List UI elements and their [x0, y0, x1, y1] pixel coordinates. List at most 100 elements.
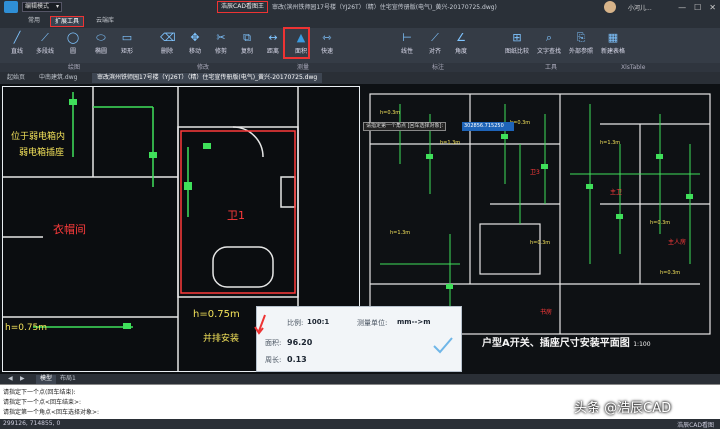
socket-label: 位于弱电箱内 [11, 132, 66, 142]
watermark: 头条 @浩辰CAD [574, 401, 672, 416]
svg-text:h=1.3m: h=1.3m [390, 230, 410, 236]
svg-text:h=0.3m: h=0.3m [380, 110, 400, 116]
tool-label: 文字查找 [536, 48, 561, 55]
window-controls: — ☐ ✕ [678, 0, 716, 14]
xref-tool-button[interactable]: ⎘ 外部参照 [566, 31, 596, 61]
rectangle-icon: ▭ [121, 31, 133, 44]
status-bar: 299126, 714855, 0 浩辰CAD看图 [0, 419, 720, 429]
tool-label: 矩形 [120, 48, 133, 55]
minimize-icon[interactable]: — [678, 3, 686, 12]
file-title: 审改(滨州铁师园17号楼（YJ26T）（精）住宅宣传册版(电气)_黄兴-2017… [272, 4, 497, 11]
eraser-tool-button[interactable]: ⌫ 删除 [152, 31, 182, 61]
maximize-icon[interactable]: ☐ [694, 3, 701, 12]
group-tools-label: 工具 [545, 64, 558, 71]
mode-dropdown-value: 编辑模式 [25, 3, 50, 10]
plan-title-text: 户型A开关、插座尺寸安装平面图 [482, 338, 630, 349]
rectangle-tool-button[interactable]: ▭ 矩形 [112, 31, 142, 61]
svg-text:主卫: 主卫 [610, 188, 622, 196]
window-title: 浩辰CAD看图王 [217, 1, 268, 13]
perimeter-label: 周长: [265, 356, 282, 364]
tool-label: 新建表格 [600, 48, 625, 55]
table-icon: ▦ [607, 31, 619, 44]
svg-text:h=1.3m: h=1.3m [600, 140, 620, 146]
perimeter-value: 0.13 [287, 355, 307, 364]
angle-dim-tool-button[interactable]: ∠ 角度 [446, 31, 476, 61]
linear-dim-icon: ⊢ [402, 31, 412, 44]
angle-dim-icon: ∠ [456, 31, 466, 44]
svg-text:h=1.3m: h=1.3m [440, 140, 460, 146]
room-cloak-label: 衣帽间 [53, 223, 86, 236]
mode-dropdown[interactable]: 编辑模式 ▾ [22, 2, 62, 12]
scale-value: 100:1 [307, 318, 330, 326]
group-measure-label: 测量 [297, 64, 310, 71]
tool-label: 删除 [160, 48, 173, 55]
document-tabs: 起始页 中南建筑.dwg 审改滨州铁师园17号楼（YJ26T）（精）住宅宣传册版… [0, 72, 720, 84]
avatar[interactable] [604, 1, 616, 13]
confirm-check-icon[interactable] [431, 333, 455, 357]
trim-icon: ✂ [216, 31, 226, 44]
layout-tabs: ◀ ▶ 模型 布局1 [0, 374, 720, 384]
cursor-coordinates: 299126, 714855, 0 [3, 420, 61, 427]
line-tool-button[interactable]: ╱ 直线 [2, 31, 32, 61]
user-name[interactable]: 小河儿... [628, 3, 652, 12]
circle-icon: ◯ [66, 31, 80, 44]
tab-extended-tools[interactable]: 扩展工具 [50, 16, 85, 27]
distance-icon: ↔ [268, 31, 278, 44]
command-prompt-line: 请指定第一个角点<回车选择对象>: [3, 409, 100, 416]
xref-icon: ⎘ [576, 31, 586, 44]
coordinate-input[interactable]: 302856.715250 [462, 122, 514, 131]
doc-tab-active[interactable]: 审改滨州铁师园17号楼（YJ26T）（精）住宅宣传册版(电气)_黄兴-20170… [92, 73, 323, 83]
aligned-dim-icon: ⟋ [431, 31, 439, 44]
group-modify-label: 修改 [197, 64, 210, 71]
polyline-tool-button[interactable]: ⟋ 多段线 [30, 31, 60, 61]
area-tool-highlight [283, 27, 310, 59]
svg-text:h=0.3m: h=0.3m [660, 270, 680, 276]
tab-cloud[interactable]: 云端库 [92, 16, 118, 27]
tool-label: 快速 [320, 48, 333, 55]
ellipse-icon: ⬭ [96, 31, 106, 44]
status-app-name: 浩辰CAD看图 [677, 422, 714, 429]
plan-scale: 1:100 [633, 341, 651, 348]
nav-next-icon[interactable]: ▶ [16, 375, 29, 384]
area-label: 面积: [265, 339, 282, 347]
quick-measure-tool-button[interactable]: ⇿ 快速 [312, 31, 342, 61]
tab-common[interactable]: 常用 [24, 16, 44, 27]
circle-tool-button[interactable]: ◯ 圆 [58, 31, 88, 61]
line-icon: ╱ [13, 31, 21, 44]
table-tool-button[interactable]: ▦ 新建表格 [598, 31, 628, 61]
quick-measure-icon: ⇿ [322, 31, 332, 44]
text-find-icon: ⌕ [545, 31, 553, 44]
text-find-tool-button[interactable]: ⌕ 文字查找 [534, 31, 564, 61]
svg-text:卫3: 卫3 [530, 169, 540, 176]
close-icon[interactable]: ✕ [709, 3, 716, 12]
unit-value: mm-->m [397, 318, 431, 326]
command-history-line: 请指定下一个点<回车结束>: [3, 399, 82, 406]
tool-label: 多段线 [35, 48, 54, 55]
area-value: 96.20 [287, 338, 313, 347]
dynamic-input-prompt: 请指定第一个角点 [回车选择对象]: [363, 122, 447, 131]
doc-tab-2[interactable]: 中南建筑.dwg [34, 73, 82, 83]
svg-text:书房: 书房 [540, 308, 552, 316]
tool-label: 角度 [454, 48, 467, 55]
tool-label: 线性 [400, 48, 413, 55]
compare-icon: ⊞ [512, 31, 522, 44]
tab-model[interactable]: 模型 [36, 375, 57, 384]
tab-layout1[interactable]: 布局1 [56, 375, 80, 384]
polyline-icon: ⟋ [41, 31, 49, 44]
room-bath-label: 卫1 [227, 209, 245, 222]
chevron-down-icon: ▾ [55, 3, 59, 10]
measure-result-panel: 比例: 100:1 测量单位: mm-->m 面积: 96.20 周长: 0.1… [254, 306, 462, 372]
tool-label: 外部参照 [568, 48, 593, 55]
height-label: h=0.75m [193, 309, 240, 320]
scale-label: 比例: [287, 319, 304, 327]
nav-prev-icon[interactable]: ◀ [4, 375, 17, 384]
app-logo-icon[interactable] [4, 1, 18, 13]
doc-tab-start[interactable]: 起始页 [2, 73, 30, 83]
linear-dim-tool-button[interactable]: ⊢ 线性 [392, 31, 422, 61]
ribbon-tabs: 常用 扩展工具 云端库 [0, 14, 720, 28]
ribbon-group-labels: 绘图 修改 测量 标注 工具 XlsTable [0, 63, 720, 72]
compare-tool-button[interactable]: ⊞ 图纸比较 [502, 31, 532, 61]
move-icon: ✥ [190, 31, 200, 44]
tool-label: 图纸比较 [504, 48, 529, 55]
tool-label: 圆 [69, 48, 76, 55]
